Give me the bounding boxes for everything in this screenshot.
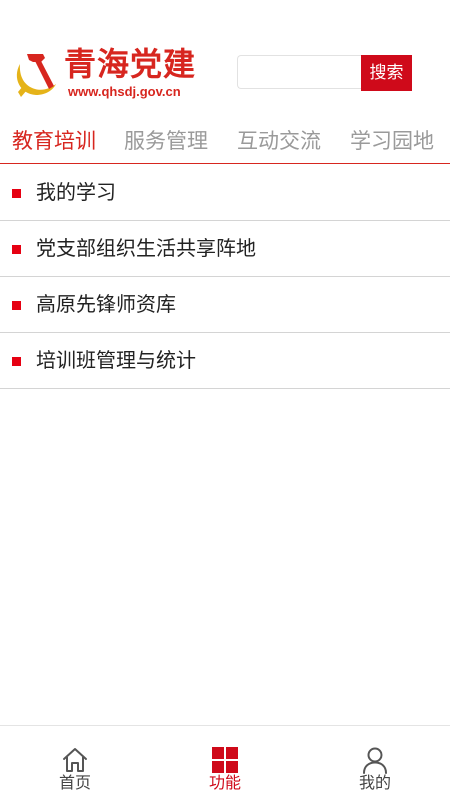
user-icon (363, 747, 387, 774)
bullet-icon (12, 301, 21, 310)
site-url: www.qhsdj.gov.cn (68, 84, 181, 99)
nav-home[interactable]: 首页 (0, 726, 150, 800)
nav-mine[interactable]: 我的 (300, 726, 450, 800)
home-icon (63, 748, 87, 772)
nav-functions-label: 功能 (208, 773, 241, 792)
list-item-label: 我的学习 (36, 180, 116, 204)
bullet-icon (12, 189, 21, 198)
list-item-my-study[interactable]: 我的学习 (0, 165, 450, 221)
list-item-label: 培训班管理与统计 (36, 348, 196, 372)
nav-functions[interactable]: 功能 (150, 726, 300, 800)
app-screen: 青海党建 www.qhsdj.gov.cn 搜索 教育培训 服务管理 互动交流 … (0, 0, 450, 800)
tab-interaction[interactable]: 互动交流 (237, 128, 321, 154)
list-item-training-stats[interactable]: 培训班管理与统计 (0, 333, 450, 389)
tab-study-garden[interactable]: 学习园地 (350, 128, 434, 154)
list-item-label: 党支部组织生活共享阵地 (36, 236, 256, 260)
list-item-branch-life-sharing[interactable]: 党支部组织生活共享阵地 (0, 221, 450, 277)
list-item-label: 高原先锋师资库 (36, 292, 176, 316)
site-title: 青海党建 (64, 45, 197, 83)
nav-home-label: 首页 (58, 773, 91, 792)
header: 青海党建 www.qhsdj.gov.cn 搜索 (0, 0, 450, 118)
nav-mine-label: 我的 (358, 773, 391, 792)
tab-education-training[interactable]: 教育培训 (12, 128, 96, 154)
tab-service-management[interactable]: 服务管理 (124, 128, 208, 154)
search-button[interactable]: 搜索 (361, 55, 412, 91)
category-tabs: 教育培训 服务管理 互动交流 学习园地 (0, 118, 450, 164)
party-emblem-icon (16, 54, 56, 97)
bullet-icon (12, 245, 21, 254)
grid-icon (212, 747, 238, 773)
menu-list: 我的学习 党支部组织生活共享阵地 高原先锋师资库 培训班管理与统计 (0, 165, 450, 389)
bottom-nav: 首页 功能 我的 (0, 725, 450, 800)
list-item-teacher-pool[interactable]: 高原先锋师资库 (0, 277, 450, 333)
bullet-icon (12, 357, 21, 366)
search-input[interactable] (237, 55, 361, 89)
